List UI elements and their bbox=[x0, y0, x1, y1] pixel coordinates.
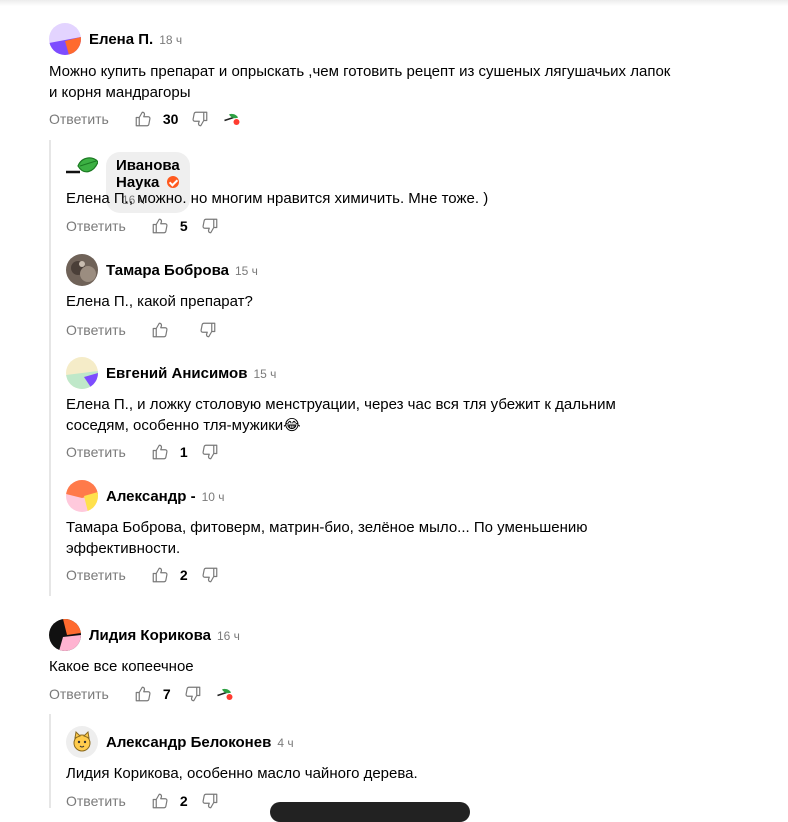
author-name[interactable]: Тамара Боброва 15 ч bbox=[106, 262, 258, 279]
author-name[interactable]: Лидия Корикова 16 ч bbox=[89, 627, 240, 644]
comment-text: Елена П., и ложку столовую менструации, … bbox=[66, 396, 616, 434]
like-count: 7 bbox=[162, 686, 171, 702]
like-icon[interactable] bbox=[150, 216, 170, 236]
dislike-icon[interactable] bbox=[200, 565, 220, 585]
timestamp: 16 ч bbox=[216, 629, 240, 643]
like-icon[interactable] bbox=[150, 320, 170, 340]
author-heart-icon bbox=[215, 684, 235, 704]
thread-line bbox=[49, 140, 51, 596]
comment-text: Тамара Боброва, фитоверм, матрин-био, зе… bbox=[66, 519, 588, 557]
timestamp: 10 ч bbox=[201, 490, 225, 504]
comment-text: Елена П., можно. но многим нравится хими… bbox=[66, 190, 489, 207]
like-icon[interactable] bbox=[150, 565, 170, 585]
floating-bar[interactable] bbox=[270, 802, 470, 822]
avatar[interactable] bbox=[49, 619, 81, 651]
author-name[interactable]: Александр -10 ч bbox=[106, 488, 225, 505]
timestamp: 15 ч bbox=[253, 367, 277, 381]
reply-button[interactable]: Ответить bbox=[66, 218, 126, 234]
reply-button[interactable]: Ответить bbox=[66, 444, 126, 460]
verified-icon bbox=[167, 176, 180, 188]
reply-button[interactable]: Ответить bbox=[66, 322, 126, 338]
avatar[interactable] bbox=[66, 357, 98, 389]
comment-actions: Ответить 30 bbox=[49, 108, 242, 130]
dislike-icon[interactable] bbox=[200, 442, 220, 462]
reply-button[interactable]: Ответить bbox=[49, 111, 109, 127]
author-name[interactable]: Елена П. 18 ч bbox=[89, 31, 182, 48]
like-count: 2 bbox=[179, 793, 188, 809]
comment-actions: Ответить 5 bbox=[66, 215, 220, 237]
timestamp: 15 ч bbox=[234, 264, 258, 278]
comment-actions: Ответить 1 bbox=[66, 441, 220, 463]
author-name[interactable]: Александр Белоконев 4 ч bbox=[106, 734, 294, 751]
like-count: 2 bbox=[179, 567, 188, 583]
like-icon[interactable] bbox=[150, 791, 170, 811]
dislike-icon[interactable] bbox=[183, 684, 203, 704]
thread-line bbox=[49, 714, 51, 808]
comment-actions: Ответить 2 bbox=[66, 790, 220, 812]
reply-button[interactable]: Ответить bbox=[49, 686, 109, 702]
reply-button[interactable]: Ответить bbox=[66, 567, 126, 583]
avatar[interactable] bbox=[66, 480, 98, 512]
comment-text: Можно купить препарат и опрыскать ,чем г… bbox=[49, 63, 671, 101]
comment-text: Елена П., какой препарат? bbox=[66, 293, 253, 310]
like-icon[interactable] bbox=[133, 684, 153, 704]
like-icon[interactable] bbox=[150, 442, 170, 462]
like-count: 5 bbox=[179, 218, 188, 234]
like-icon[interactable] bbox=[133, 109, 153, 129]
timestamp: 18 ч bbox=[159, 33, 183, 47]
avatar[interactable] bbox=[66, 152, 98, 184]
reply-button[interactable]: Ответить bbox=[66, 793, 126, 809]
author-heart-icon bbox=[222, 109, 242, 129]
timestamp: 4 ч bbox=[277, 736, 294, 750]
top-shadow bbox=[0, 0, 788, 6]
avatar[interactable] bbox=[66, 726, 98, 758]
comment-actions: Ответить 2 bbox=[66, 564, 220, 586]
author-name[interactable]: Евгений Анисимов 15 ч bbox=[106, 365, 276, 382]
comment-text: Какое все копеечное bbox=[49, 658, 194, 675]
dislike-icon[interactable] bbox=[200, 216, 220, 236]
comment-text: Лидия Корикова, особенно масло чайного д… bbox=[66, 765, 418, 782]
comment-actions: Ответить 7 bbox=[49, 683, 235, 705]
like-count: 1 bbox=[179, 444, 188, 460]
avatar[interactable] bbox=[66, 254, 98, 286]
dislike-icon[interactable] bbox=[200, 791, 220, 811]
like-count: 30 bbox=[162, 111, 179, 127]
comment-actions: Ответить bbox=[66, 319, 218, 341]
avatar[interactable] bbox=[49, 23, 81, 55]
dislike-icon[interactable] bbox=[198, 320, 218, 340]
dislike-icon[interactable] bbox=[190, 109, 210, 129]
